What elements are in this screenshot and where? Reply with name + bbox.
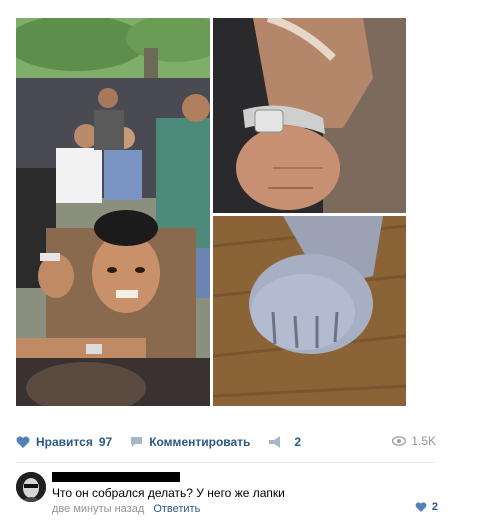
comment-meta: две минуты назад Ответить: [52, 503, 200, 515]
heart-icon: [16, 436, 30, 448]
divider: [16, 462, 436, 463]
wrist-watch-photo-drawing: [213, 18, 406, 213]
comment-like-count: 2: [431, 501, 438, 513]
post-image-collage: [16, 18, 406, 406]
share-icon: [269, 436, 281, 448]
comment-text: Что он собрался делать? У него же лапки: [52, 486, 285, 500]
reply-button[interactable]: Ответить: [153, 503, 200, 515]
cat-paw-photo[interactable]: [213, 216, 406, 406]
views-count: 1.5K: [411, 434, 436, 448]
comment-icon: [131, 437, 143, 447]
comment-like-button[interactable]: 2: [415, 501, 438, 513]
eye-icon: [392, 436, 407, 446]
like-label: Нравится: [36, 435, 93, 449]
wrist-watch-photo[interactable]: [213, 18, 406, 213]
comment-time[interactable]: две минуты назад: [52, 503, 144, 515]
author-name-redacted: [52, 472, 180, 482]
avatar[interactable]: [16, 472, 46, 502]
share-button[interactable]: 2: [268, 435, 301, 449]
like-count: 97: [98, 435, 113, 449]
like-button[interactable]: Нравится 97: [16, 435, 112, 449]
heart-icon: [415, 502, 427, 512]
comment-label: Комментировать: [149, 435, 251, 449]
cat-paw-photo-drawing: [213, 216, 406, 406]
crowd-photo-drawing: [16, 18, 210, 406]
avatar-image: [16, 472, 46, 502]
crowd-photo[interactable]: [16, 18, 210, 406]
comment-button[interactable]: Комментировать: [130, 435, 250, 449]
comment-item: Что он собрался делать? У него же лапки …: [16, 470, 438, 520]
views-counter: 1.5K: [392, 434, 436, 448]
share-count: 2: [294, 435, 302, 449]
post-actions-bar: Нравится 97 Комментировать 2 1.5K: [16, 432, 436, 452]
